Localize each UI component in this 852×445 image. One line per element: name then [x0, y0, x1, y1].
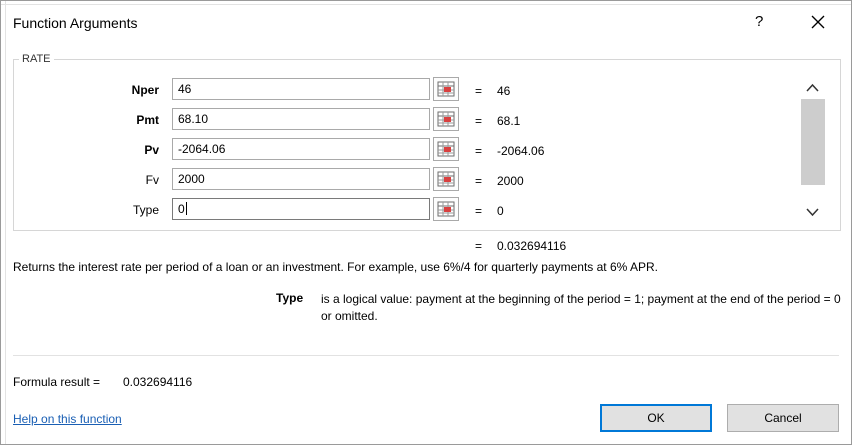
- function-description: Returns the interest rate per period of …: [13, 260, 658, 274]
- arg-label-pv: Pv: [144, 143, 159, 157]
- equals-sign: =: [475, 84, 483, 98]
- collapse-dialog-icon: [437, 81, 455, 97]
- type-input-value: 0: [178, 202, 185, 216]
- help-on-function-link[interactable]: Help on this function: [13, 412, 122, 426]
- divider: [13, 355, 839, 356]
- arg-label-type: Type: [132, 203, 159, 217]
- collapse-dialog-icon: [437, 111, 455, 127]
- equals-sign: =: [475, 174, 483, 188]
- param-help-text: is a logical value: payment at the begin…: [321, 292, 841, 323]
- arg-label-nper: Nper: [131, 83, 159, 97]
- pmt-evaluated: 68.1: [497, 114, 521, 128]
- fv-input[interactable]: 2000: [172, 168, 430, 190]
- function-name: RATE: [19, 53, 54, 65]
- equals-sign: =: [475, 144, 483, 158]
- pmt-ref-button[interactable]: [433, 107, 459, 131]
- type-input[interactable]: 0: [172, 198, 430, 220]
- formula-result-label: Formula result =: [13, 375, 101, 389]
- ok-button[interactable]: OK: [600, 404, 712, 432]
- dialog-title: Function Arguments: [13, 15, 138, 31]
- nper-ref-button[interactable]: [433, 77, 459, 101]
- type-evaluated: 0: [497, 204, 504, 218]
- nper-evaluated: 46: [497, 84, 511, 98]
- arguments-scrollbar[interactable]: [800, 79, 825, 221]
- scroll-thumb[interactable]: [801, 99, 825, 185]
- pv-evaluated: -2064.06: [497, 144, 545, 158]
- pv-input[interactable]: -2064.06: [172, 138, 430, 160]
- arg-label-fv: Fv: [145, 173, 159, 187]
- fv-evaluated: 2000: [497, 174, 524, 188]
- sheet-gridline: [5, 1, 6, 444]
- function-arguments-dialog: Function Arguments ? RATE Nper Pmt Pv Fv…: [0, 0, 852, 445]
- close-icon[interactable]: [807, 11, 829, 33]
- type-ref-button[interactable]: [433, 197, 459, 221]
- pmt-input[interactable]: 68.10: [172, 108, 430, 130]
- title-bar[interactable]: Function Arguments ?: [1, 1, 851, 45]
- arg-label-pmt: Pmt: [136, 113, 159, 127]
- fv-ref-button[interactable]: [433, 167, 459, 191]
- equals-sign: =: [475, 204, 483, 218]
- pv-ref-button[interactable]: [433, 137, 459, 161]
- equals-sign: =: [475, 114, 483, 128]
- help-icon[interactable]: ?: [755, 13, 763, 30]
- param-help-name: Type: [276, 291, 304, 305]
- collapse-dialog-icon: [437, 141, 455, 157]
- nper-input[interactable]: 46: [172, 78, 430, 100]
- chevron-up-icon[interactable]: [806, 83, 819, 93]
- equals-sign: =: [475, 239, 483, 253]
- collapse-dialog-icon: [437, 171, 455, 187]
- formula-result-value: 0.032694116: [123, 375, 193, 389]
- collapse-dialog-icon: [437, 201, 455, 217]
- cancel-button[interactable]: Cancel: [727, 404, 839, 432]
- text-caret: [185, 202, 187, 215]
- chevron-down-icon[interactable]: [806, 207, 819, 217]
- result-preview: 0.032694116: [497, 239, 567, 253]
